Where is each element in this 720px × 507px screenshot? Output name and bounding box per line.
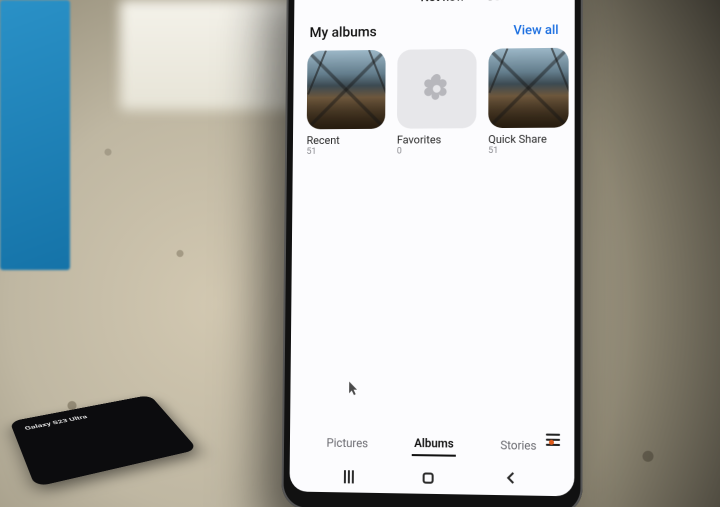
empty-area xyxy=(290,156,574,426)
tab-stories[interactable]: Stories xyxy=(498,434,538,457)
spec-card-title: Galaxy S23 Ultra xyxy=(24,403,149,432)
notification-dot-icon xyxy=(549,440,554,445)
my-albums-title: My albums xyxy=(310,25,377,42)
background-box xyxy=(0,0,70,270)
album-favorites[interactable]: Favorites 0 xyxy=(397,49,477,157)
tab-albums[interactable]: Albums xyxy=(412,432,456,457)
album-thumb-quick-share xyxy=(488,48,568,128)
nav-back-button[interactable] xyxy=(504,470,518,490)
album-quick-share[interactable]: Quick Share 51 xyxy=(488,48,568,156)
not-now-button[interactable]: Not now xyxy=(420,0,464,4)
gallery-bottom-tabs: Pictures Albums Stories xyxy=(290,422,575,462)
select-albums-button[interactable]: Select albums xyxy=(487,0,563,3)
album-count: 51 xyxy=(306,147,385,157)
album-count: 0 xyxy=(397,147,476,157)
album-count: 51 xyxy=(488,146,568,156)
phone-frame: them all, or something in between. It's … xyxy=(281,0,582,507)
mouse-cursor-icon xyxy=(348,381,360,397)
view-all-link[interactable]: View all xyxy=(513,23,558,38)
album-recent[interactable]: Recent 51 xyxy=(306,50,385,157)
nav-home-button[interactable] xyxy=(423,472,434,483)
android-nav-bar xyxy=(289,458,574,496)
album-name: Recent xyxy=(307,134,386,147)
phone-screen: them all, or something in between. It's … xyxy=(289,0,574,496)
album-name: Favorites xyxy=(397,133,476,147)
album-thumb-recent xyxy=(307,50,386,129)
hamburger-menu-icon[interactable] xyxy=(546,434,560,446)
album-thumb-favorites xyxy=(397,49,477,129)
background-spec-card: Galaxy S23 Ultra xyxy=(10,395,198,487)
album-row: Recent 51 Favorites 0 Quick Share 51 xyxy=(293,48,575,157)
flower-icon xyxy=(419,71,455,107)
tab-pictures[interactable]: Pictures xyxy=(324,432,370,455)
albums-section-header: My albums View all xyxy=(294,16,575,51)
nav-recents-button[interactable] xyxy=(344,470,354,483)
album-name: Quick Share xyxy=(488,133,568,147)
